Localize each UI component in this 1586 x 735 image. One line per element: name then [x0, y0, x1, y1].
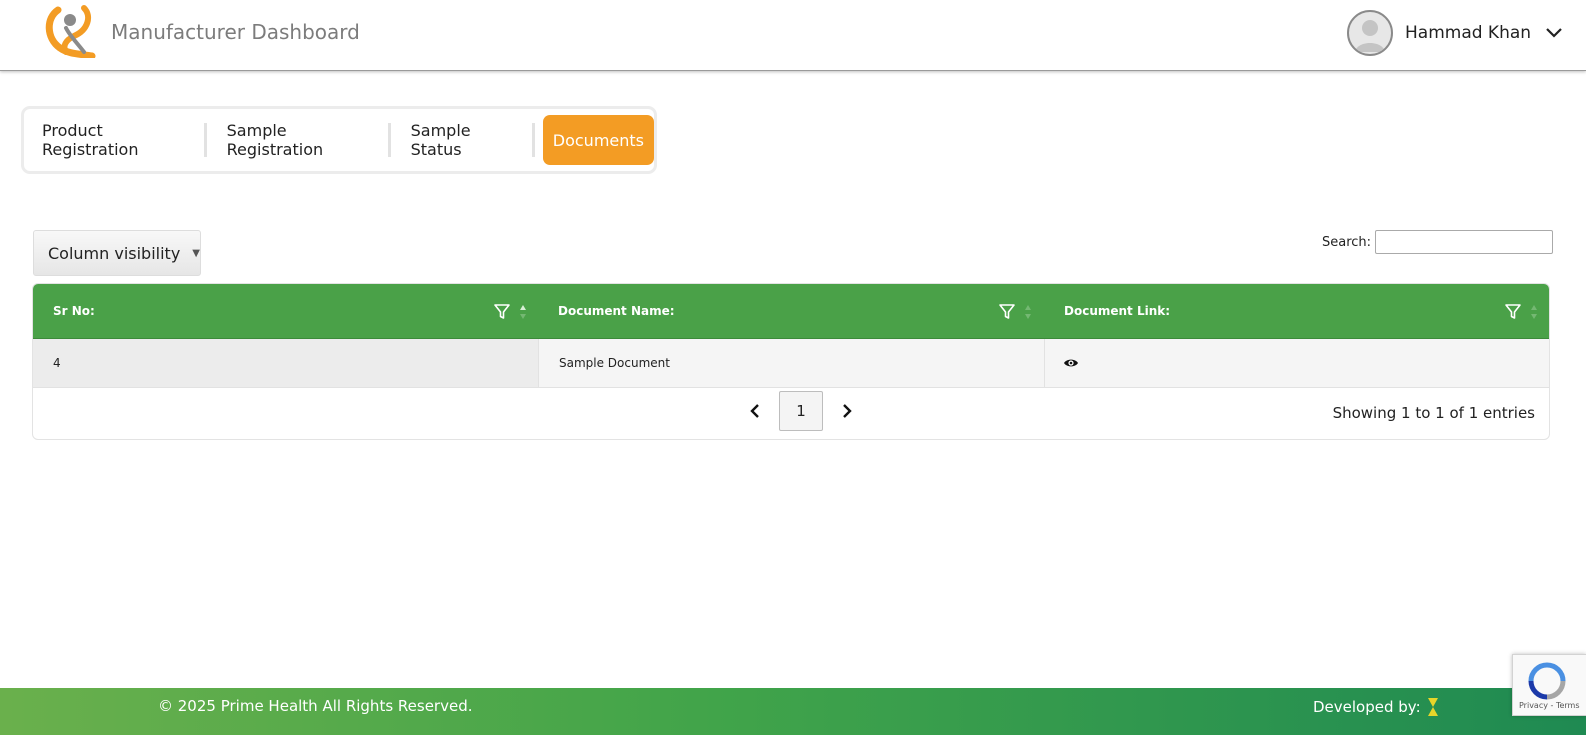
column-visibility-label: Column visibility — [48, 243, 181, 263]
copyright-text: © 2025 Prime Health All Rights Reserved. — [158, 697, 473, 715]
column-header-sr-no[interactable]: Sr No: — [33, 284, 538, 338]
eye-icon[interactable] — [1063, 357, 1079, 369]
dashboard-tabs: Product Registration Sample Registration… — [21, 106, 657, 174]
next-page-button[interactable] — [833, 391, 861, 431]
pagination: 1 — [741, 391, 861, 431]
user-menu[interactable]: Hammad Khan — [1347, 8, 1563, 58]
filter-icon[interactable] — [998, 303, 1016, 321]
cell-document-name: Sample Document — [559, 356, 670, 370]
user-avatar-icon — [1355, 20, 1385, 52]
recaptcha-icon — [1528, 662, 1566, 700]
brand-logo-icon[interactable] — [44, 4, 96, 58]
developed-by-label: Developed by: — [1313, 698, 1421, 716]
tab-divider — [387, 123, 391, 157]
sort-icon[interactable] — [1530, 304, 1538, 320]
filter-icon[interactable] — [1504, 303, 1522, 321]
table-info: Showing 1 to 1 of 1 entries — [1332, 404, 1535, 422]
avatar[interactable] — [1347, 10, 1393, 56]
chevron-right-icon — [843, 404, 852, 418]
tab-divider — [204, 123, 207, 157]
top-header: Manufacturer Dashboard Hammad Khan — [0, 0, 1586, 71]
sort-icon[interactable] — [519, 304, 527, 320]
recaptcha-terms: Privacy - Terms — [1519, 701, 1580, 710]
user-name[interactable]: Hammad Khan — [1405, 23, 1531, 43]
tab-sample-registration[interactable]: Sample Registration — [215, 115, 380, 165]
column-header-document-link[interactable]: Document Link: — [1044, 284, 1549, 338]
chevron-down-icon[interactable] — [1545, 24, 1563, 42]
recaptcha-badge[interactable]: Privacy - Terms — [1512, 654, 1586, 716]
cell-sr-no: 4 — [33, 339, 538, 387]
page-title: Manufacturer Dashboard — [111, 20, 360, 44]
developed-by: Developed by: — [1313, 697, 1439, 717]
tab-product-registration[interactable]: Product Registration — [30, 115, 196, 165]
column-visibility-button[interactable]: Column visibility ▼ — [33, 230, 201, 276]
page-number-button[interactable]: 1 — [779, 391, 823, 431]
tab-documents[interactable]: Documents — [542, 115, 654, 165]
column-header-document-name[interactable]: Document Name: — [538, 284, 1044, 338]
cell-document-link — [1045, 339, 1549, 387]
search-label: Search: — [1322, 234, 1372, 250]
caret-down-icon: ▼ — [192, 247, 200, 259]
documents-table: Sr No: Document Name: Document Link: 4 S… — [32, 283, 1550, 440]
search-input[interactable] — [1375, 230, 1554, 254]
tab-sample-status[interactable]: Sample Status — [399, 115, 525, 165]
tab-divider — [532, 123, 535, 157]
sort-icon[interactable] — [1024, 304, 1032, 320]
search-box: Search: — [1322, 230, 1554, 254]
previous-page-button[interactable] — [741, 391, 769, 431]
footer: © 2025 Prime Health All Rights Reserved.… — [0, 688, 1586, 735]
table-header: Sr No: Document Name: Document Link: — [33, 284, 1549, 340]
chevron-left-icon — [750, 404, 759, 418]
table-row[interactable]: 4 Sample Document — [33, 339, 1549, 388]
filter-icon[interactable] — [493, 303, 511, 321]
developer-logo-icon[interactable] — [1427, 697, 1439, 717]
